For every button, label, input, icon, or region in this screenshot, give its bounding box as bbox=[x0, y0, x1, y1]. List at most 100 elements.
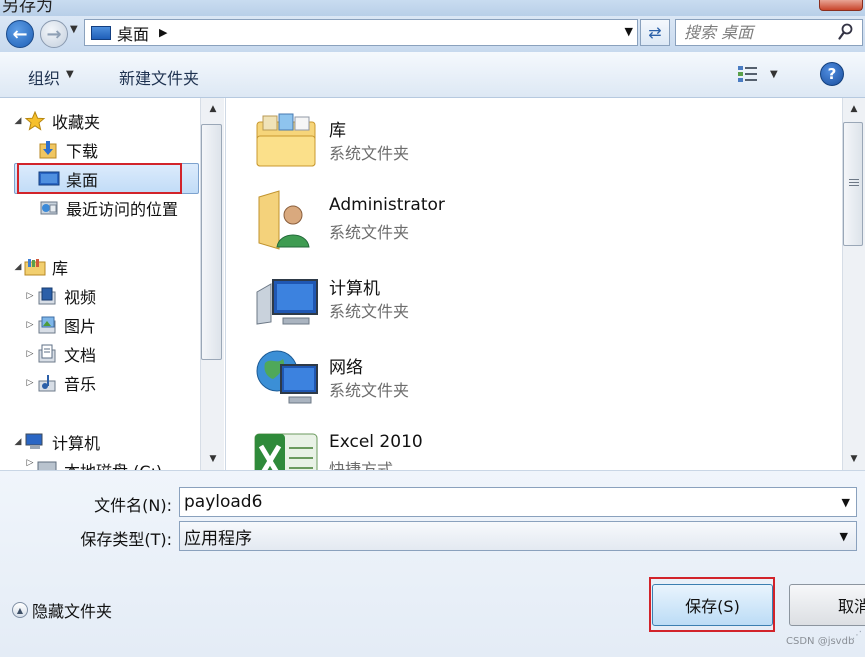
libraries-folder-icon bbox=[256, 113, 316, 167]
list-item[interactable]: 计算机 系统文件夹 bbox=[253, 260, 813, 336]
list-item[interactable]: 库 系统文件夹 bbox=[253, 102, 813, 178]
hide-folders-label: 隐藏文件夹 bbox=[32, 602, 113, 621]
collapse-icon[interactable]: ◢ bbox=[12, 437, 24, 447]
nav-item-label: 下载 bbox=[66, 142, 99, 161]
favorites-star-icon bbox=[24, 111, 46, 131]
file-list-scroll-thumb[interactable] bbox=[843, 122, 863, 246]
scroll-down-icon[interactable]: ▼ bbox=[201, 448, 225, 470]
forward-arrow-icon: → bbox=[46, 23, 62, 45]
videos-library-icon bbox=[38, 287, 56, 305]
title-bar: 另存为 bbox=[0, 0, 865, 16]
back-button[interactable]: ← bbox=[6, 20, 34, 48]
recent-pages-dropdown-icon[interactable]: ▼ bbox=[70, 24, 78, 35]
nav-group-label: 库 bbox=[52, 259, 69, 278]
organize-dropdown-icon[interactable]: ▼ bbox=[66, 69, 74, 80]
item-type: 系统文件夹 bbox=[329, 144, 410, 163]
back-arrow-icon: ← bbox=[12, 23, 28, 45]
filetype-label: 保存类型(T): bbox=[80, 530, 172, 549]
refresh-icon: ⇄ bbox=[648, 23, 662, 42]
nav-group-libraries[interactable]: ◢ 库 bbox=[12, 254, 68, 280]
download-folder-icon bbox=[39, 141, 57, 159]
filename-input[interactable] bbox=[184, 492, 824, 512]
item-name: 计算机 bbox=[329, 279, 380, 299]
address-dropdown-icon[interactable]: ▼ bbox=[625, 25, 633, 38]
list-item[interactable]: Administrator 系统文件夹 bbox=[253, 181, 813, 257]
nav-item-recent-places[interactable]: 最近访问的位置 bbox=[38, 195, 178, 221]
nav-group-computer[interactable]: ◢ 计算机 bbox=[12, 429, 100, 455]
help-button[interactable]: ? bbox=[820, 62, 844, 86]
filetype-select[interactable]: 应用程序 ▼ bbox=[179, 521, 857, 551]
item-type: 系统文件夹 bbox=[329, 302, 410, 321]
close-window-button[interactable] bbox=[819, 0, 863, 11]
collapse-chevron-icon: ▲ bbox=[12, 602, 28, 618]
change-view-icon[interactable] bbox=[737, 64, 759, 84]
watermark: CSDN @jsvdb bbox=[786, 636, 855, 647]
collapse-icon[interactable]: ◢ bbox=[12, 262, 24, 272]
documents-library-icon bbox=[38, 344, 56, 363]
nav-item-documents[interactable]: ▷ 文档 bbox=[24, 341, 96, 367]
window-title: 另存为 bbox=[2, 0, 53, 16]
help-icon: ? bbox=[827, 65, 837, 83]
nav-item-label: 最近访问的位置 bbox=[66, 200, 179, 219]
collapse-icon[interactable]: ◢ bbox=[12, 116, 24, 126]
filetype-dropdown-icon[interactable]: ▼ bbox=[838, 530, 850, 543]
forward-button[interactable]: → bbox=[40, 20, 68, 48]
nav-group-label: 收藏夹 bbox=[52, 113, 101, 132]
nav-item-label: 音乐 bbox=[64, 375, 97, 394]
nav-item-label: 图片 bbox=[64, 317, 97, 336]
desktop-icon bbox=[91, 25, 111, 40]
view-dropdown-icon[interactable]: ▼ bbox=[770, 69, 778, 80]
item-name: Excel 2010 bbox=[329, 432, 423, 452]
excel-icon bbox=[254, 433, 318, 470]
new-folder-button[interactable]: 新建文件夹 bbox=[119, 65, 199, 89]
address-bar[interactable]: 桌面 ▶ ▼ bbox=[84, 19, 638, 46]
filename-field[interactable]: ▼ bbox=[179, 487, 857, 517]
filename-label: 文件名(N): bbox=[94, 496, 172, 515]
recent-places-icon bbox=[40, 201, 58, 215]
expand-icon[interactable]: ▷ bbox=[24, 458, 36, 468]
organize-button[interactable]: 组织 bbox=[28, 65, 60, 89]
item-name: 库 bbox=[329, 121, 346, 141]
list-item[interactable]: 网络 系统文件夹 bbox=[253, 339, 813, 415]
computer-icon bbox=[25, 433, 43, 449]
nav-item-videos[interactable]: ▷ 视频 bbox=[24, 283, 96, 309]
item-type: 系统文件夹 bbox=[329, 381, 410, 400]
nav-item-music[interactable]: ▷ 音乐 bbox=[24, 370, 96, 396]
pictures-library-icon bbox=[38, 316, 56, 334]
hide-folders-toggle[interactable]: ▲ 隐藏文件夹 bbox=[12, 598, 112, 622]
filename-dropdown-icon[interactable]: ▼ bbox=[842, 496, 850, 509]
expand-icon[interactable]: ▷ bbox=[24, 291, 36, 301]
libraries-icon bbox=[24, 259, 46, 276]
address-path-segment[interactable]: 桌面 bbox=[117, 21, 149, 45]
filetype-selected-value: 应用程序 bbox=[184, 528, 252, 549]
expand-icon[interactable]: ▷ bbox=[24, 320, 36, 330]
search-box[interactable] bbox=[675, 19, 863, 46]
navigation-scroll-thumb[interactable] bbox=[201, 124, 222, 360]
file-list: 库 系统文件夹 Administrator 系统文件夹 计算机 系统文件夹 网络 bbox=[227, 98, 842, 470]
expand-icon[interactable]: ▷ bbox=[24, 349, 36, 359]
user-folder-icon bbox=[258, 190, 310, 250]
scroll-up-icon[interactable]: ▲ bbox=[843, 98, 865, 120]
nav-item-downloads[interactable]: 下载 bbox=[38, 137, 98, 163]
list-item[interactable]: Excel 2010 快捷方式 bbox=[253, 418, 813, 470]
refresh-button[interactable]: ⇄ bbox=[640, 19, 670, 46]
search-input[interactable] bbox=[684, 23, 834, 42]
cancel-button[interactable]: 取消 bbox=[789, 584, 865, 626]
nav-group-favorites[interactable]: ◢ 收藏夹 bbox=[12, 108, 100, 134]
resize-grip-icon[interactable]: ⋰ bbox=[852, 630, 862, 641]
breadcrumb-chevron-icon[interactable]: ▶ bbox=[159, 26, 167, 39]
expand-icon[interactable]: ▷ bbox=[24, 378, 36, 388]
annotation-highlight-box bbox=[649, 577, 775, 632]
nav-item-pictures[interactable]: ▷ 图片 bbox=[24, 312, 96, 338]
search-icon[interactable] bbox=[838, 23, 854, 41]
scroll-down-icon[interactable]: ▼ bbox=[843, 448, 865, 470]
nav-item-label: 视频 bbox=[64, 288, 97, 307]
grip-icon bbox=[849, 179, 859, 180]
annotation-highlight-box bbox=[17, 163, 182, 194]
network-icon bbox=[256, 350, 318, 404]
music-library-icon bbox=[38, 375, 56, 392]
item-type: 系统文件夹 bbox=[329, 223, 410, 242]
scroll-up-icon[interactable]: ▲ bbox=[201, 98, 225, 120]
item-name: Administrator bbox=[329, 195, 445, 215]
computer-icon bbox=[256, 279, 318, 325]
